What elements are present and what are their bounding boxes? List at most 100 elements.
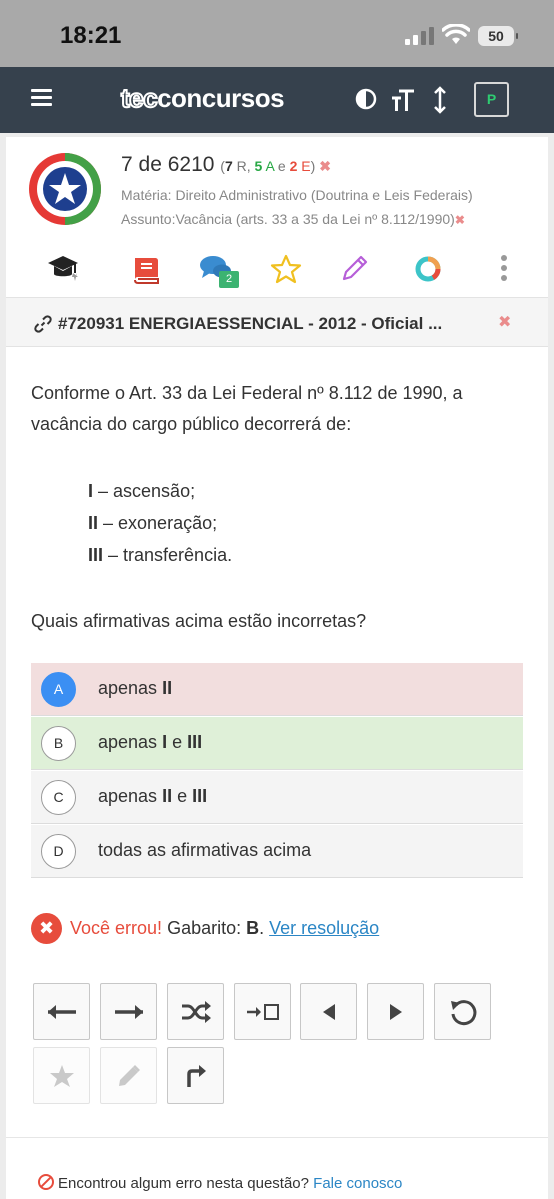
no-entry-icon — [38, 1174, 54, 1190]
option-text-part: e — [167, 732, 188, 752]
statement-text: Conforme o Art. 33 da Lei Federal nº 8.1… — [31, 383, 463, 434]
random-question-button[interactable] — [167, 983, 224, 1040]
item-text: – transferência. — [103, 545, 233, 565]
statistics-donut-icon[interactable] — [411, 253, 445, 285]
line-height-icon[interactable] — [433, 86, 447, 114]
r-count: 7 — [224, 158, 233, 174]
shuffle-icon — [181, 1000, 211, 1023]
result-text: Você errou! Gabarito: B. Ver resolução — [70, 918, 379, 939]
option-b[interactable]: B apenas I e III — [31, 717, 523, 770]
logo-prefix: tec — [120, 82, 159, 114]
assunto-row: Assunto:Vacância (arts. 33 a 35 da Lei n… — [121, 211, 541, 227]
question-prompt: Quais afirmativas acima estão incorretas… — [31, 611, 367, 631]
next-question-button[interactable] — [100, 983, 157, 1040]
option-text-part: apenas — [98, 786, 163, 806]
item-text: – exoneração; — [98, 513, 218, 533]
go-to-question-button[interactable] — [234, 983, 291, 1040]
assunto-text: Assunto:Vacância (arts. 33 a 35 da Lei n… — [121, 211, 455, 227]
e-label: E — [297, 158, 311, 174]
e-separator: e — [274, 158, 290, 174]
statement-item: I – ascensão; — [88, 481, 195, 502]
option-c[interactable]: C apenas II e III — [31, 771, 523, 824]
status-bar: 18:21 50 — [0, 0, 554, 67]
see-resolution-link[interactable]: Ver resolução — [269, 918, 379, 938]
report-error-text: Encontrou algum erro nesta questão? — [58, 1175, 314, 1192]
report-error-row: Encontrou algum erro nesta questão? Fale… — [38, 1174, 402, 1192]
profile-button[interactable]: P — [474, 82, 509, 117]
arrow-left-icon — [47, 1004, 76, 1019]
option-text-bold: III — [187, 732, 203, 752]
pencil-icon — [118, 1064, 140, 1086]
error-message: Você errou! — [70, 918, 163, 938]
option-letter: C — [41, 780, 76, 815]
cellular-signal-icon — [405, 27, 435, 45]
option-a[interactable]: A apenas II — [31, 663, 523, 716]
avatar — [29, 153, 101, 225]
item-text: – ascensão; — [93, 481, 196, 501]
option-text-part: todas as afirmativas acima — [98, 840, 312, 860]
option-text-part: e — [172, 786, 193, 806]
option-text-part: apenas — [98, 678, 163, 698]
option-text: apenas I e III — [98, 732, 202, 753]
option-text: apenas II e III — [98, 786, 207, 807]
graduation-cap-icon[interactable] — [46, 253, 80, 285]
triangle-left-icon — [322, 1003, 335, 1020]
item-roman: II — [88, 513, 99, 533]
undo-icon — [450, 999, 476, 1025]
clear-assunto-icon[interactable]: ✖ — [455, 213, 465, 227]
correct-answer: B — [246, 918, 260, 938]
contact-us-link[interactable]: Fale conosco — [313, 1175, 402, 1192]
battery-indicator: 50 — [478, 26, 518, 46]
option-text-bold: III — [192, 786, 208, 806]
jump-to-icon — [246, 1003, 279, 1020]
answer-label: Gabarito: — [162, 918, 247, 938]
menu-icon[interactable] — [31, 89, 52, 106]
annotate-button[interactable] — [100, 1047, 157, 1104]
logo-suffix: concursos — [157, 83, 285, 113]
app-header: tecconcursos P — [0, 67, 554, 133]
triangle-right-icon — [389, 1003, 402, 1020]
previous-question-button[interactable] — [33, 983, 90, 1040]
close-question-icon[interactable]: ✖ — [498, 312, 511, 331]
more-options-icon[interactable] — [497, 253, 511, 285]
reset-score-icon[interactable]: ✖ — [319, 158, 331, 174]
option-text-part: apenas — [98, 732, 163, 752]
a-label: A — [262, 158, 275, 174]
materia-text: Matéria: Direito Administrativo (Doutrin… — [121, 187, 473, 203]
position-text: 7 de 6210 — [121, 153, 215, 176]
arrow-right-icon — [114, 1004, 143, 1019]
option-text: todas as afirmativas acima — [98, 840, 311, 861]
book-icon[interactable] — [130, 253, 164, 285]
statement-item: III – transferência. — [88, 545, 232, 566]
statement-item: II – exoneração; — [88, 513, 217, 534]
turn-right-arrow-icon — [186, 1064, 206, 1087]
comments-count-badge: 2 — [219, 271, 239, 288]
option-text: apenas II — [98, 678, 172, 699]
question-position: 7 de 6210 (7 R, 5 A e 2 E) ✖ — [121, 153, 331, 177]
option-letter: A — [41, 672, 76, 707]
answer-suffix: . — [259, 918, 270, 938]
score-summary: (7 R, 5 A e 2 E) ✖ — [220, 158, 331, 174]
pencil-icon[interactable] — [338, 253, 372, 285]
star-icon — [49, 1064, 74, 1087]
star-icon[interactable] — [269, 253, 303, 285]
share-button[interactable] — [167, 1047, 224, 1104]
next-page-button[interactable] — [367, 983, 424, 1040]
paren-close: ) — [310, 158, 316, 174]
font-size-icon[interactable] — [390, 87, 416, 113]
favorite-button[interactable] — [33, 1047, 90, 1104]
app-logo: tecconcursos — [120, 82, 285, 114]
error-x-icon: ✖ — [31, 913, 62, 944]
option-text-bold: II — [162, 678, 173, 698]
status-time: 18:21 — [60, 22, 122, 49]
question-title[interactable]: #720931 ENERGIAESSENCIAL - 2012 - Oficia… — [58, 314, 442, 334]
option-d[interactable]: D todas as afirmativas acima — [31, 825, 523, 878]
option-letter: B — [41, 726, 76, 761]
contrast-icon[interactable] — [355, 88, 377, 110]
previous-page-button[interactable] — [300, 983, 357, 1040]
r-label: R, — [232, 158, 255, 174]
retry-button[interactable] — [434, 983, 491, 1040]
link-icon[interactable] — [34, 315, 52, 333]
option-letter: D — [41, 834, 76, 869]
item-roman: III — [88, 545, 104, 565]
